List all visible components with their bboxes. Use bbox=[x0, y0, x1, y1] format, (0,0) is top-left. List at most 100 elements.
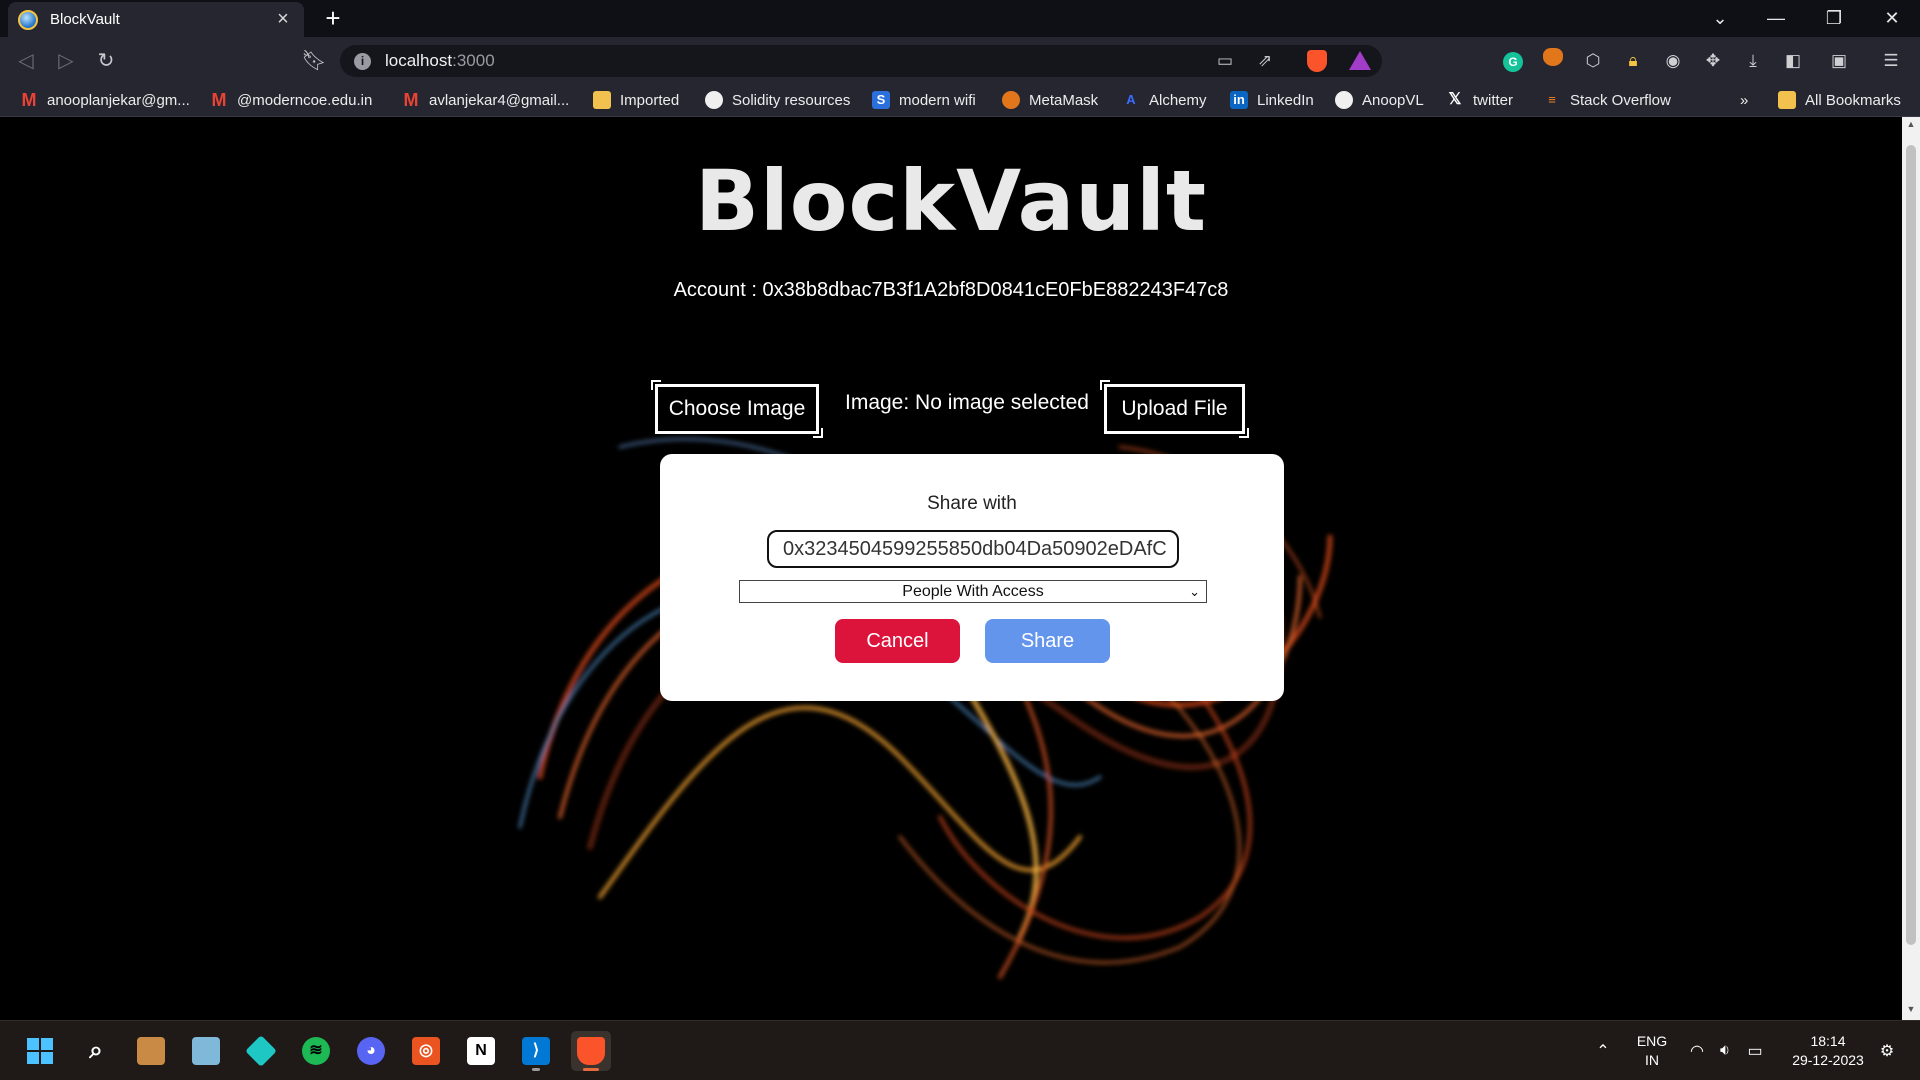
search-icon[interactable]: ⌕ bbox=[76, 1031, 116, 1071]
clock[interactable]: 18:14 29-12-2023 bbox=[1780, 1021, 1876, 1080]
account-address: Account : 0x38b8dbac7B3f1A2bf8D0841cE0Fb… bbox=[673, 279, 1229, 301]
bookmarks-bar: Manooplanjekar@gm... M @moderncoe.edu.in … bbox=[0, 84, 1920, 117]
stackoverflow-icon: ≡ bbox=[1548, 92, 1556, 107]
bookmark-label: LinkedIn bbox=[1257, 91, 1314, 109]
gmail-icon: M bbox=[403, 90, 419, 110]
cube-glyph bbox=[245, 1035, 277, 1067]
photos-glyph bbox=[192, 1037, 220, 1065]
menu-icon[interactable]: ☰ bbox=[1878, 48, 1904, 74]
github-icon bbox=[705, 91, 723, 109]
bookmark-item[interactable]: 𝕏twitter bbox=[1446, 88, 1513, 112]
gmail-icon: M bbox=[21, 90, 37, 110]
share-address-input[interactable]: 0x3234504599255850db04Da50902eDAfC bbox=[767, 530, 1179, 568]
new-tab-button[interactable]: + bbox=[318, 2, 348, 34]
cast-icon[interactable]: ▭ bbox=[1212, 49, 1238, 73]
choose-image-button[interactable]: Choose Image bbox=[651, 380, 823, 438]
forward-icon[interactable]: ▷ bbox=[50, 45, 82, 77]
app-title: BlockVault bbox=[694, 152, 1208, 250]
share-page-icon[interactable]: ⇗ bbox=[1252, 49, 1278, 73]
bookmark-label: Solidity resources bbox=[732, 91, 851, 109]
bookmark-item[interactable]: Imported bbox=[593, 88, 679, 112]
language-indicator[interactable]: ENG IN bbox=[1630, 1021, 1674, 1080]
windows-logo-icon bbox=[27, 1038, 53, 1064]
battery-icon[interactable]: ▭ bbox=[1742, 1021, 1768, 1080]
page-scrollbar[interactable]: ▲ ▼ bbox=[1902, 117, 1920, 1020]
cube-app-icon[interactable] bbox=[241, 1031, 281, 1071]
wifi-icon[interactable]: ◠ bbox=[1684, 1021, 1710, 1080]
minimize-button[interactable]: — bbox=[1748, 0, 1804, 37]
bookmark-item[interactable]: A Alchemy bbox=[1122, 88, 1206, 112]
bookmark-label: @moderncoe.edu.in bbox=[237, 91, 373, 109]
more-bookmarks-button[interactable]: » bbox=[1740, 88, 1748, 112]
access-select[interactable]: People With Access ⌄ bbox=[739, 580, 1207, 603]
folder-icon bbox=[593, 91, 611, 109]
bookmark-icon[interactable]: 🔖︎ bbox=[298, 45, 330, 77]
scroll-up-icon[interactable]: ▲ bbox=[1902, 119, 1920, 133]
grammarly-icon[interactable]: G bbox=[1500, 48, 1526, 74]
brave-rewards-icon[interactable] bbox=[1349, 51, 1371, 70]
notion-icon[interactable]: N bbox=[461, 1031, 501, 1071]
vscode-icon[interactable]: ⟩ bbox=[516, 1031, 556, 1071]
discord-glyph: ◕ bbox=[357, 1037, 385, 1065]
bookmark-item[interactable]: Smodern wifi bbox=[872, 88, 976, 112]
bookmark-label: twitter bbox=[1473, 91, 1514, 109]
url-port: :3000 bbox=[452, 51, 495, 70]
brave-browser-icon[interactable] bbox=[571, 1031, 611, 1071]
package-app-icon[interactable] bbox=[131, 1031, 171, 1071]
bookmark-label: modern wifi bbox=[899, 91, 976, 109]
page-content: BlockVault Account : 0x38b8dbac7B3f1A2bf… bbox=[0, 117, 1902, 1020]
folder-icon bbox=[1778, 91, 1796, 109]
bookmark-item[interactable]: ≡ Stack Overflow bbox=[1543, 88, 1671, 112]
all-bookmarks-folder[interactable]: All Bookmarks bbox=[1778, 88, 1901, 112]
tab-bar: BlockVault × + ⌄ — ❐ ✕ bbox=[0, 0, 1920, 37]
bookmark-item[interactable]: MetaMask bbox=[1002, 88, 1098, 112]
linkedin-icon: in bbox=[1230, 91, 1248, 109]
s-icon: S bbox=[872, 91, 890, 109]
extensions-puzzle-icon[interactable]: ✥ bbox=[1700, 48, 1726, 74]
share-with-label: Share with bbox=[927, 493, 1017, 514]
volume-icon[interactable]: 🔉︎ bbox=[1712, 1021, 1738, 1080]
clock-time: 18:14 bbox=[1810, 1033, 1846, 1049]
scrollbar-thumb[interactable] bbox=[1906, 145, 1916, 945]
tab-blockvault[interactable]: BlockVault × bbox=[8, 2, 304, 37]
metamask-extension-icon[interactable] bbox=[1540, 48, 1566, 74]
close-window-button[interactable]: ✕ bbox=[1864, 0, 1920, 37]
restore-button[interactable]: ❐ bbox=[1806, 0, 1862, 37]
bookmark-item[interactable]: AnoopVL bbox=[1335, 88, 1424, 112]
bookmark-item[interactable]: Solidity resources bbox=[705, 88, 850, 112]
address-bar[interactable]: i localhost:3000 ▭ ⇗ bbox=[340, 45, 1382, 77]
bookmark-label: Imported bbox=[620, 91, 680, 109]
close-tab-icon[interactable]: × bbox=[272, 8, 294, 31]
search-glyph: ⌕ bbox=[89, 1037, 103, 1064]
upload-file-button[interactable]: Upload File bbox=[1100, 380, 1249, 438]
site-info-icon[interactable]: i bbox=[354, 52, 371, 70]
reload-icon[interactable]: ↻ bbox=[90, 45, 122, 77]
lock-extension-icon[interactable]: 🔒︎ bbox=[1620, 48, 1646, 74]
bookmark-item[interactable]: Mavlanjekar4@gmail... bbox=[402, 88, 570, 112]
camera-extension-icon[interactable]: ◉ bbox=[1660, 48, 1686, 74]
tab-title: BlockVault bbox=[50, 11, 120, 28]
share-button[interactable]: Share bbox=[985, 619, 1110, 663]
back-icon[interactable]: ◁ bbox=[10, 45, 42, 77]
image-status-text: Image: No image selected bbox=[845, 391, 1089, 414]
brave-shields-icon[interactable] bbox=[1307, 50, 1327, 72]
bookmark-item[interactable]: M @moderncoe.edu.in bbox=[210, 88, 373, 112]
photos-app-icon[interactable] bbox=[186, 1031, 226, 1071]
cube-extension-icon[interactable]: ⬡ bbox=[1580, 48, 1606, 74]
bookmark-item[interactable]: in LinkedIn bbox=[1230, 88, 1314, 112]
sidebar-icon[interactable]: ◧ bbox=[1780, 48, 1806, 74]
region-code: IN bbox=[1645, 1052, 1659, 1068]
downloads-icon[interactable]: ⤓ bbox=[1740, 48, 1766, 74]
ubuntu-icon[interactable]: ◎ bbox=[406, 1031, 446, 1071]
wallet-icon[interactable]: ▣ bbox=[1826, 48, 1852, 74]
running-indicator bbox=[532, 1068, 540, 1071]
scroll-down-icon[interactable]: ▼ bbox=[1902, 1004, 1920, 1018]
show-hidden-icons-icon[interactable]: ⌃ bbox=[1588, 1021, 1618, 1080]
discord-icon[interactable]: ◕ bbox=[351, 1031, 391, 1071]
notifications-icon[interactable]: ⚙︎ bbox=[1874, 1021, 1900, 1080]
bookmark-item[interactable]: Manooplanjekar@gm... bbox=[20, 88, 190, 112]
tab-search-icon[interactable]: ⌄ bbox=[1692, 0, 1748, 37]
cancel-button[interactable]: Cancel bbox=[835, 619, 960, 663]
spotify-icon[interactable]: ≋ bbox=[296, 1031, 336, 1071]
windows-start-icon[interactable] bbox=[20, 1031, 60, 1071]
